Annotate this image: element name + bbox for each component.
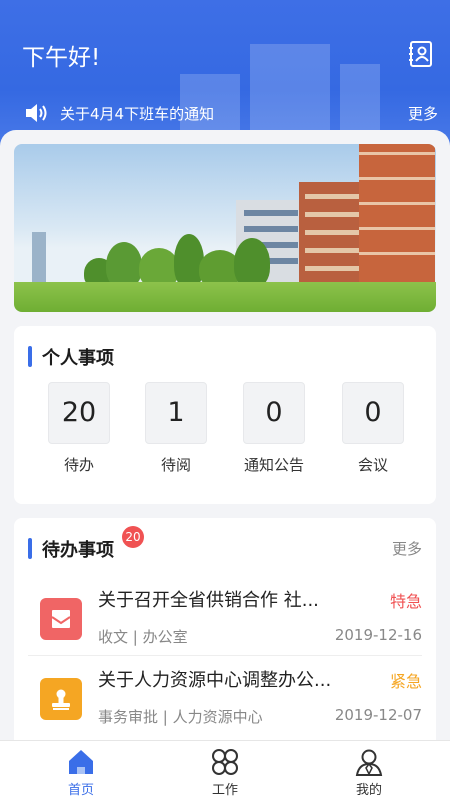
main-content: 个人事项 20 待办 1 待阅 0 通知公告 0 会议 待办事项 20 更多 关… — [0, 130, 450, 758]
speaker-icon — [24, 103, 48, 123]
stat-value: 20 — [48, 382, 110, 444]
tab-work[interactable]: 工作 — [150, 747, 300, 798]
todo-item-title: 关于召开全省供销合作 社... — [98, 590, 319, 611]
todo-list-item[interactable]: 关于人力资源中心调整办公... 紧急 事务审批 | 人力资源中心 2019-12… — [28, 660, 422, 736]
stat-value: 0 — [342, 382, 404, 444]
mail-icon — [40, 598, 82, 640]
stat-to-read[interactable]: 1 待阅 — [145, 382, 207, 475]
notice-bar[interactable]: 关于4月4下班车的通知 更多 — [24, 101, 438, 125]
bottom-tab-bar: 首页 工作 我的 — [0, 740, 450, 800]
contacts-book-icon[interactable] — [408, 40, 434, 68]
todo-item-date: 2019-12-16 — [334, 626, 422, 644]
stat-value: 1 — [145, 382, 207, 444]
todo-title: 待办事项 — [28, 536, 114, 561]
todo-item-meta: 收文 | 办公室 — [98, 628, 188, 646]
header-building-watermark — [180, 44, 380, 144]
notice-more-link[interactable]: 更多 — [408, 103, 438, 124]
banner-trees — [84, 230, 274, 288]
campus-banner-image[interactable] — [14, 144, 436, 312]
todo-item-title: 关于人力资源中心调整办公... — [98, 670, 332, 691]
banner-building-right — [359, 144, 435, 292]
personal-items-title: 个人事项 — [28, 344, 114, 369]
tab-home[interactable]: 首页 — [6, 747, 156, 798]
banner-tower — [32, 232, 46, 282]
tab-mine[interactable]: 我的 — [294, 747, 444, 798]
todo-item-date: 2019-12-07 — [334, 706, 422, 724]
stat-label: 待阅 — [160, 456, 191, 474]
grid-clover-icon — [210, 747, 240, 777]
stat-pending[interactable]: 20 待办 — [48, 382, 110, 475]
user-icon — [354, 747, 384, 777]
todo-card: 待办事项 20 更多 关于召开全省供销合作 社... 特急 收文 | 办公室 2… — [14, 518, 436, 758]
tab-label: 我的 — [355, 783, 382, 798]
stat-label: 会议 — [357, 456, 388, 474]
todo-item-meta: 事务审批 | 人力资源中心 — [98, 708, 263, 726]
tab-label: 首页 — [67, 783, 94, 798]
greeting-text: 下午好! — [22, 45, 101, 71]
banner-lawn — [14, 282, 436, 312]
stat-meetings[interactable]: 0 会议 — [342, 382, 404, 475]
todo-more-link[interactable]: 更多 — [392, 538, 422, 559]
notice-title[interactable]: 关于4月4下班车的通知 — [60, 103, 214, 124]
home-icon — [66, 747, 96, 777]
stat-label: 待办 — [63, 456, 94, 474]
tab-label: 工作 — [211, 783, 238, 798]
personal-items-card: 个人事项 20 待办 1 待阅 0 通知公告 0 会议 — [14, 326, 436, 504]
priority-tag: 特急 — [389, 592, 422, 611]
todo-count-badge: 20 — [122, 526, 144, 548]
stamp-icon — [40, 678, 82, 720]
stat-value: 0 — [243, 382, 305, 444]
priority-tag: 紧急 — [389, 672, 422, 691]
stat-notices[interactable]: 0 通知公告 — [243, 382, 305, 475]
todo-list-item[interactable]: 关于召开全省供销合作 社... 特急 收文 | 办公室 2019-12-16 — [28, 580, 422, 656]
stat-label: 通知公告 — [243, 456, 304, 474]
header: 下午好! 关于4月4下班车的通知 更多 — [0, 0, 450, 150]
